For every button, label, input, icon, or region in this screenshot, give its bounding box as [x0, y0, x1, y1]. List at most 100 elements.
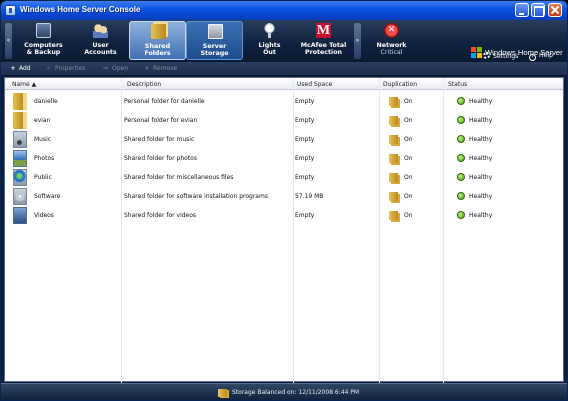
tab-shared-folders[interactable]: Shared Folders: [129, 21, 186, 60]
user-folder-icon: [13, 93, 27, 110]
folder-used-space: Empty: [295, 98, 315, 105]
software-folder-icon: [13, 188, 27, 205]
healthy-status-icon: [457, 135, 465, 143]
folder-duplication: On: [404, 117, 413, 124]
tab-user-accounts[interactable]: User Accounts: [72, 21, 129, 60]
maximize-button[interactable]: [531, 3, 545, 17]
add-icon: +: [10, 65, 16, 72]
server-storage-icon: [208, 24, 223, 39]
folder-description: Shared folder for videos: [124, 212, 197, 219]
folder-name: evian: [34, 117, 51, 124]
table-row[interactable]: Music Shared folder for music Empty On H…: [5, 130, 563, 149]
healthy-status-icon: [457, 173, 465, 181]
storage-balanced-icon: [218, 389, 227, 397]
lights-out-icon: [262, 23, 277, 38]
folder-duplication: On: [404, 174, 413, 181]
duplication-icon: [389, 192, 398, 201]
computers-icon: [36, 23, 51, 38]
folder-status: Healthy: [469, 174, 493, 181]
public-folder-icon: [13, 169, 27, 186]
videos-folder-icon: [13, 207, 27, 224]
users-icon: [93, 23, 108, 38]
add-button[interactable]: + Add: [9, 65, 31, 72]
open-button[interactable]: ⇨ Open: [102, 65, 128, 72]
healthy-status-icon: [457, 154, 465, 162]
folder-description: Shared folder for music: [124, 136, 195, 143]
healthy-status-icon: [457, 116, 465, 124]
tab-label: Shared Folders: [144, 43, 171, 57]
table-row[interactable]: Public Shared folder for miscellaneous f…: [5, 168, 563, 187]
tab-computers-backup[interactable]: Computers & Backup: [15, 21, 72, 60]
title-bar[interactable]: Windows Home Server Console: [1, 1, 567, 20]
table-row[interactable]: Videos Shared folder for videos Empty On…: [5, 206, 563, 225]
duplication-icon: [389, 211, 398, 220]
folder-used-space: 57.19 MB: [295, 193, 324, 200]
tab-network-critical[interactable]: ✕ Network Critical: [363, 21, 420, 60]
folder-used-space: Empty: [295, 155, 315, 162]
folder-used-space: Empty: [295, 174, 315, 181]
folder-description: Shared folder for photos: [124, 155, 197, 162]
properties-label: Properties: [55, 65, 86, 72]
duplication-icon: [389, 116, 398, 125]
tab-label: Server Storage: [200, 43, 229, 57]
folder-status: Healthy: [469, 117, 493, 124]
table-row[interactable]: Photos Shared folder for photos Empty On…: [5, 149, 563, 168]
folder-description: Personal folder for danielle: [124, 98, 205, 105]
folder-duplication: On: [404, 98, 413, 105]
open-label: Open: [112, 65, 129, 72]
remove-button[interactable]: ✕ Remove: [143, 65, 177, 72]
properties-icon: ✓: [46, 65, 52, 72]
photos-folder-icon: [13, 150, 27, 167]
table-row[interactable]: Software Shared folder for software inst…: [5, 187, 563, 206]
folder-name: danielle: [34, 98, 58, 105]
column-header-description[interactable]: Description: [127, 81, 161, 88]
list-header: Name ▲ Description Used Space Duplicatio…: [5, 78, 563, 90]
network-status-label: Critical: [380, 49, 403, 56]
add-label: Add: [19, 65, 31, 72]
remove-icon: ✕: [144, 65, 150, 72]
settings-label: Settings: [493, 53, 519, 60]
column-header-duplication[interactable]: Duplication: [383, 81, 417, 88]
folder-name: Music: [34, 136, 52, 143]
properties-button[interactable]: ✓ Properties: [45, 65, 85, 72]
toolbar: + Add ✓ Properties ⇨ Open ✕ Remove: [1, 62, 567, 76]
help-icon: ?: [529, 54, 536, 61]
folder-name: Videos: [34, 212, 54, 219]
settings-link[interactable]: Settings: [483, 52, 518, 60]
folder-duplication: On: [404, 155, 413, 162]
duplication-icon: [389, 173, 398, 182]
console-window: Windows Home Server Console « Computers …: [0, 0, 568, 401]
close-button[interactable]: [548, 3, 562, 17]
duplication-icon: [389, 154, 398, 163]
storage-balanced-status: Storage Balanced on: 12/11/2008 6:44 PM: [232, 389, 360, 396]
folder-duplication: On: [404, 212, 413, 219]
help-label: Help: [539, 52, 554, 59]
tab-lights-out[interactable]: Lights Out: [241, 21, 298, 60]
network-critical-icon: ✕: [384, 23, 399, 38]
minimize-button[interactable]: [515, 3, 529, 17]
healthy-status-icon: [457, 97, 465, 105]
column-header-name[interactable]: Name ▲: [12, 81, 36, 88]
settings-icon: [483, 52, 490, 59]
folder-status: Healthy: [469, 155, 493, 162]
help-link[interactable]: ? Help: [529, 52, 553, 61]
tab-mcafee-total-protection[interactable]: M McAfee Total Protection: [295, 21, 352, 60]
folder-description: Shared folder for miscellaneous files: [124, 174, 234, 181]
column-header-status[interactable]: Status: [448, 81, 467, 88]
tab-label: Lights Out: [258, 42, 281, 56]
mcafee-icon: M: [316, 23, 331, 38]
open-icon: ⇨: [103, 65, 109, 72]
scroll-left-button[interactable]: «: [5, 23, 12, 59]
status-bar: Storage Balanced on: 12/11/2008 6:44 PM: [1, 383, 567, 400]
folder-status: Healthy: [469, 193, 493, 200]
remove-label: Remove: [153, 65, 178, 72]
table-row[interactable]: evian Personal folder for evian Empty On…: [5, 111, 563, 130]
tab-label: User Accounts: [84, 42, 117, 56]
shared-folders-list[interactable]: Name ▲ Description Used Space Duplicatio…: [4, 77, 564, 383]
tab-server-storage[interactable]: Server Storage: [186, 21, 243, 60]
column-header-used-space[interactable]: Used Space: [297, 81, 332, 88]
table-row[interactable]: danielle Personal folder for danielle Em…: [5, 92, 563, 111]
shared-folders-icon: [151, 24, 166, 39]
scroll-right-button[interactable]: »: [354, 23, 361, 59]
duplication-icon: [389, 135, 398, 144]
